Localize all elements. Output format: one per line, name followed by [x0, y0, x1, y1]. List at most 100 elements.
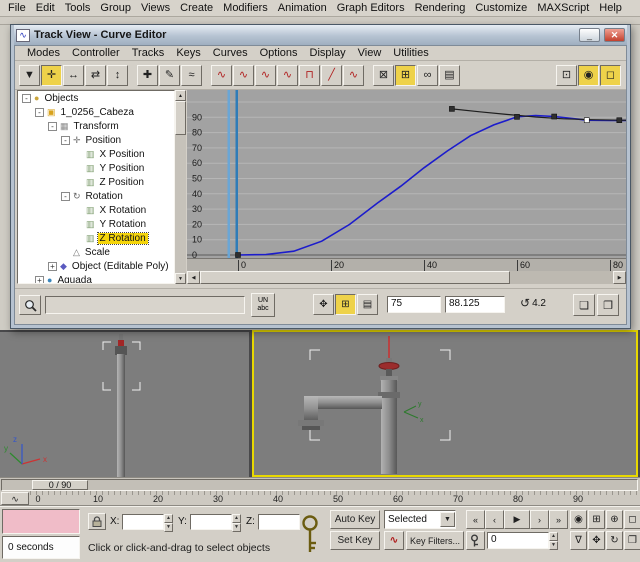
key-filters-button[interactable]: Key Filters...	[406, 531, 464, 550]
zoom-value-extents-button[interactable]: ▤	[357, 294, 378, 315]
spinner-down-icon[interactable]: ▼	[232, 523, 241, 532]
filters-button[interactable]: ▼	[19, 65, 40, 86]
zoom-all-button[interactable]: ⊞	[588, 510, 605, 529]
trackview-menu-item[interactable]: Tracks	[126, 46, 171, 60]
tv-isolate-curve-button[interactable]: ❐	[597, 294, 619, 316]
viewport-right-active[interactable]: y x	[252, 330, 638, 477]
selected-key-value-field[interactable]: 88.125	[445, 296, 505, 313]
lock-tangents-button[interactable]: ⊡	[556, 65, 577, 86]
track-x-rotation[interactable]: ▥ X Rotation	[18, 203, 174, 217]
scroll-down-button[interactable]: ▼	[175, 273, 186, 284]
zoom-horizontal-extents-button[interactable]: ⊞	[335, 294, 356, 315]
track-scale[interactable]: △ Scale	[18, 245, 174, 259]
main-menu-item[interactable]: Rendering	[410, 0, 471, 16]
tv-zoom-button[interactable]: ◉	[578, 65, 599, 86]
y-coordinate-spinner[interactable]: ▲▼	[232, 514, 241, 530]
go-to-end-button[interactable]: »	[549, 510, 568, 529]
default-tangent-flyout-button[interactable]: ∿	[384, 531, 404, 550]
track-y-rotation[interactable]: ▥ Y Rotation	[18, 217, 174, 231]
scroll-up-button[interactable]: ▲	[175, 90, 186, 101]
zoom-region-button[interactable]: ◻	[624, 510, 640, 529]
auto-key-button[interactable]: Auto Key	[330, 510, 380, 529]
graph-scrollbar[interactable]: ◀ ▶	[187, 271, 626, 284]
main-menu-item[interactable]: Help	[594, 0, 627, 16]
tv-zoom-region-button[interactable]: ◻	[600, 65, 621, 86]
set-tangents-auto-button[interactable]: ∿	[211, 65, 232, 86]
add-keys-button[interactable]: ✚	[137, 65, 158, 86]
trackview-titlebar[interactable]: ∿ Track View - Curve Editor _ ✕	[14, 25, 627, 45]
play-animation-button[interactable]: ▶	[504, 510, 530, 529]
track-transform[interactable]: - ▦ Transform	[18, 119, 174, 133]
trackview-menu-item[interactable]: View	[352, 46, 388, 60]
track-set-name-field[interactable]	[45, 296, 245, 314]
set-key-mode-button[interactable]	[297, 512, 323, 558]
selected-key-time-field[interactable]: 75	[387, 296, 441, 313]
tree-expander[interactable]: +	[48, 262, 57, 271]
parameter-out-of-range-button[interactable]: ∞	[417, 65, 438, 86]
main-menu-item[interactable]: Modifiers	[218, 0, 273, 16]
time-slider-track[interactable]: 0 / 90	[1, 479, 638, 491]
tree-expander[interactable]: -	[22, 94, 31, 103]
maxscript-mini-listener[interactable]	[2, 509, 80, 534]
track-x-position[interactable]: ▥ X Position	[18, 147, 174, 161]
min-max-toggle-button[interactable]: ❐	[624, 531, 640, 550]
current-frame-field[interactable]: 0	[487, 532, 549, 549]
trackview-menu-item[interactable]: Keys	[170, 46, 206, 60]
tv-zoom-region-corner-button[interactable]: ❏	[573, 294, 595, 316]
main-menu-item[interactable]: Tools	[60, 0, 96, 16]
tree-expander[interactable]: +	[35, 276, 44, 285]
scale-keys-button[interactable]: ⇄	[85, 65, 106, 86]
time-slider-handle[interactable]: 0 / 90	[32, 480, 88, 490]
graph-time-ruler[interactable]: 020406080	[187, 258, 626, 271]
set-tangents-step-button[interactable]: ⊓	[299, 65, 320, 86]
spinner-down-icon[interactable]: ▼	[549, 541, 558, 550]
next-frame-button[interactable]: ›	[530, 510, 549, 529]
trackview-menu-item[interactable]: Modes	[21, 46, 66, 60]
curve-graph-canvas[interactable]: 0102030405060708090	[187, 90, 626, 258]
set-tangents-fast-button[interactable]: ∿	[255, 65, 276, 86]
tv-pan-button[interactable]: ✥	[313, 294, 334, 315]
interactive-zoom-indicator[interactable]: ↺ 4.2	[520, 296, 546, 310]
trackview-menu-item[interactable]: Options	[254, 46, 304, 60]
y-coordinate-field[interactable]	[190, 514, 232, 530]
track-rotation[interactable]: - ↻ Rotation	[18, 189, 174, 203]
time-tag-display[interactable]: 0 seconds	[2, 536, 80, 559]
go-to-start-button[interactable]: «	[466, 510, 485, 529]
x-coordinate-spinner[interactable]: ▲▼	[164, 514, 173, 530]
spinner-up-icon[interactable]: ▲	[549, 532, 558, 541]
lock-selection-button[interactable]: ⊠	[373, 65, 394, 86]
set-key-button[interactable]: Set Key	[330, 531, 380, 550]
main-menu-item[interactable]: MAXScript	[532, 0, 594, 16]
trackview-menu-item[interactable]: Controller	[66, 46, 126, 60]
zoom-extents-all-button[interactable]: ⊕	[606, 510, 623, 529]
spinner-down-icon[interactable]: ▼	[164, 523, 173, 532]
track-1-0256-cabeza[interactable]: - ▣ 1_0256_Cabeza	[18, 105, 174, 119]
zoom-button[interactable]: ◉	[570, 510, 587, 529]
snap-frames-button[interactable]: ⊞	[395, 65, 416, 86]
main-menu-item[interactable]: Animation	[273, 0, 332, 16]
scroll-right-button[interactable]: ▶	[613, 271, 626, 284]
track-set-magnifier-button[interactable]	[19, 295, 41, 315]
spinner-up-icon[interactable]: ▲	[232, 514, 241, 523]
current-frame-spinner[interactable]: ▲▼	[549, 532, 558, 548]
show-keyable-icons-button[interactable]: ▤	[439, 65, 460, 86]
trackview-menu-item[interactable]: Utilities	[387, 46, 434, 60]
arc-rotate-button[interactable]: ↻	[606, 531, 623, 550]
selection-lock-toggle[interactable]	[88, 513, 106, 530]
track-z-position[interactable]: ▥ Z Position	[18, 175, 174, 189]
set-tangents-custom-button[interactable]: ∿	[233, 65, 254, 86]
scrollbar-thumb[interactable]	[200, 271, 510, 284]
tree-expander[interactable]: -	[35, 108, 44, 117]
x-coordinate-field[interactable]	[122, 514, 164, 530]
track-bar[interactable]: ∿ 0102030405060708090	[0, 491, 640, 506]
draw-curves-button[interactable]: ✎	[159, 65, 180, 86]
field-of-view-button[interactable]: ∇	[570, 531, 587, 550]
minimize-button[interactable]: _	[579, 28, 600, 42]
viewport-left[interactable]: x y z	[0, 332, 249, 477]
track-position[interactable]: - ✛ Position	[18, 133, 174, 147]
close-button[interactable]: ✕	[604, 28, 625, 42]
trackview-menu-item[interactable]: Display	[304, 46, 352, 60]
z-coordinate-field[interactable]	[258, 514, 300, 530]
set-tangents-slow-button[interactable]: ∿	[277, 65, 298, 86]
scroll-left-button[interactable]: ◀	[187, 271, 200, 284]
